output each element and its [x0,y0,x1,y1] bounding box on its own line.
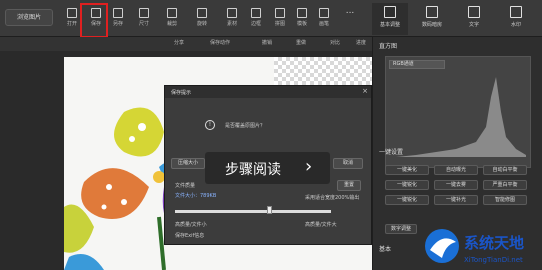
file-size-label: 文件大小：789KB [175,193,217,199]
tool-material[interactable]: 素材 [222,6,242,33]
share-button[interactable]: 分享 [174,39,184,46]
histogram-graph [396,77,526,157]
tool-label: 素材 [226,21,237,27]
chevron-right-icon: › [305,156,313,177]
tool-frame[interactable]: 边框 [246,6,266,33]
quality-label: 文件质量 [175,183,196,189]
tool-open[interactable]: 打开 [62,6,82,33]
oneclick-button[interactable]: 一键锐化 [385,180,429,190]
tool-label: 打开 [66,21,77,27]
tool-label: 裁剪 [166,21,177,27]
tab-add[interactable]: 水印 [498,3,534,35]
resize-icon [139,8,149,18]
cancel-button[interactable]: 取消 [333,158,363,169]
reset-button[interactable]: 重置 [337,180,361,191]
watermark-name: 系统天地 [464,234,524,252]
tool-label: 画笔 [318,21,329,27]
tab-label: 文字 [468,22,479,28]
tab-label: 数码暗房 [421,22,442,28]
tool-save-as[interactable]: 另存 [108,6,128,33]
material-icon [227,8,237,18]
quality-scale-low: 高质量/文件小 [175,222,207,228]
basic-section-title: 基本 [379,246,392,253]
basic-adjust-icon [384,6,396,18]
undo-button[interactable]: 撤销 [262,39,272,46]
compress-button[interactable]: 压缩大小 [171,158,205,169]
oneclick-button[interactable]: 一键补光 [434,195,478,205]
save-highlight-box [80,3,108,38]
progress-label: 进度 [356,40,367,46]
main-toolbar: 浏览图片 打开 保存 另存 尺寸 裁剪 旋转 素材 边框 拼图 模板 画笔... [0,0,372,38]
digital-adjust-button[interactable]: 数字调整 [385,224,417,234]
redo-button[interactable]: 重做 [296,39,306,46]
secondary-toolbar: 分享 保存动作 撤销 重做 对比 进度 [0,37,372,51]
open-icon [67,8,77,18]
adapt-output-checkbox[interactable]: 采用适合宽度200%输出 [305,194,359,201]
rotate-icon [197,8,207,18]
collage-icon [275,8,285,18]
keep-exif-checkbox[interactable]: 保存Exif信息 [175,232,204,239]
frame-icon [251,8,261,18]
oneclick-button[interactable]: 智能修图 [483,195,527,205]
dialog-title: 保存提示 [165,86,371,98]
tab-label: 基本调整 [379,22,400,28]
tab-basic-adjust[interactable]: 基本调整 [372,3,408,35]
site-watermark: 系统天地 XiTongTianDi.net [420,222,542,270]
save-action-button[interactable]: 保存动作 [210,39,230,46]
histogram-title: 直方图 [379,43,398,50]
dialog-message: 是否覆盖原图片？ [225,123,266,129]
tool-crop[interactable]: 裁剪 [162,6,182,33]
tool-label: 尺寸 [138,21,149,27]
oneclick-button[interactable]: 严重白平衡 [483,180,527,190]
tool-label: 模板 [296,21,307,27]
compare-button[interactable]: 对比 [330,39,340,46]
banner-text: 步骤阅读 [225,162,281,178]
tool-collage[interactable]: 拼图 [270,6,290,33]
oneclick-button[interactable]: 一键去雾 [434,180,478,190]
more-tools-button[interactable]: ... [340,6,360,33]
tool-label: 旋转 [196,21,207,27]
oneclick-button[interactable]: 一键锐化 [385,195,429,205]
histogram: RGB通道 [385,56,531,168]
tab-digital-darkroom[interactable]: 数码暗房 [414,3,450,35]
quality-scale-high: 高质量/文件大 [305,222,337,228]
oneclick-button[interactable]: 自动白平衡 [483,165,527,175]
tool-label: 另存 [112,21,123,27]
watermark-logo: 系统天地 XiTongTianDi.net [425,229,524,264]
quality-slider[interactable] [175,210,331,213]
tool-template[interactable]: 模板 [292,6,312,33]
digital-darkroom-icon [426,6,438,18]
tab-text[interactable]: 文字 [456,3,492,35]
step-reading-banner[interactable]: 步骤阅读 › [205,152,330,184]
oneclick-button[interactable]: 自动曝光 [434,165,478,175]
template-icon [297,8,307,18]
right-tabs: 基本调整 数码暗房 文字 水印 [372,0,542,37]
tool-label: 拼图 [274,21,285,27]
watermark-url: XiTongTianDi.net [464,256,523,264]
tab-label: 水印 [510,22,521,28]
oneclick-button[interactable]: 一键美化 [385,165,429,175]
tool-resize[interactable]: 尺寸 [134,6,154,33]
tool-rotate[interactable]: 旋转 [192,6,212,33]
save-as-icon [113,8,123,18]
crop-icon [167,8,177,18]
close-icon[interactable]: × [362,87,368,95]
browse-images-button[interactable]: 浏览图片 [5,9,53,26]
tool-brush[interactable]: 画笔 [314,6,334,33]
add-icon [510,6,522,18]
text-icon [468,6,480,18]
warning-icon: ! [205,120,215,130]
tool-label: 边框 [250,21,261,27]
oneclick-title: 一键设置 [379,149,404,156]
brush-icon [319,8,329,18]
quality-slider-knob[interactable] [266,206,272,214]
